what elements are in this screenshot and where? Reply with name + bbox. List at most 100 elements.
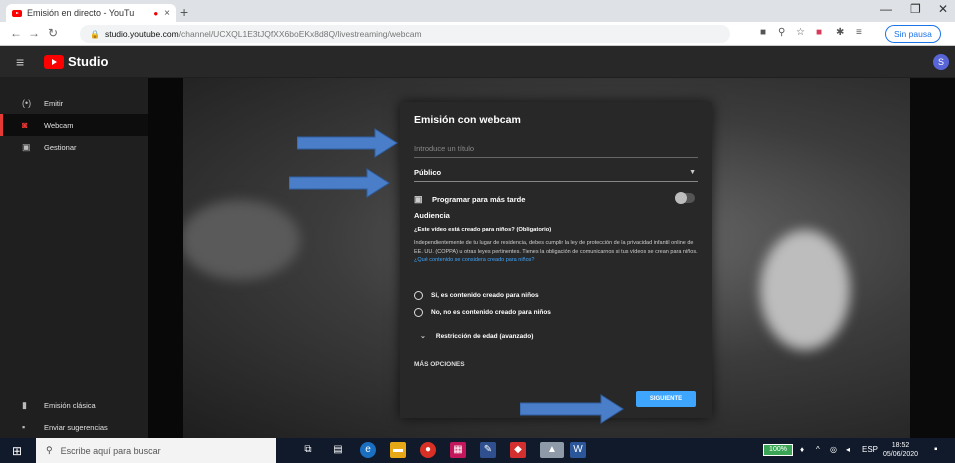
language-indicator[interactable]: ESP — [862, 445, 878, 454]
made-for-kids-no[interactable]: No, no es contenido creado para niños — [414, 306, 551, 318]
radio-button[interactable] — [414, 290, 423, 300]
youtube-favicon-icon — [12, 9, 22, 17]
url-domain: studio.youtube.com — [104, 29, 179, 39]
tray-expand-icon[interactable]: ^ — [816, 445, 820, 454]
browser-tab-strip: Emisión en directo - YouTu ● × + — ❐ ✕ — [0, 0, 955, 22]
sidebar-item-label: Enviar sugerencias — [44, 422, 108, 432]
schedule-row: ▣ Programar para más tarde — [414, 192, 698, 206]
schedule-label: Programar para más tarde — [432, 194, 526, 204]
network-icon[interactable]: ◎ — [830, 445, 837, 454]
clock[interactable]: 18:52 05/06/2020 — [883, 441, 918, 459]
next-button[interactable]: SIGUIENTE — [636, 391, 696, 407]
lock-icon: 🔒 — [90, 29, 100, 39]
forward-icon[interactable]: → — [28, 26, 40, 40]
taskbar-search[interactable]: ⚲ Escribe aquí para buscar — [36, 438, 276, 463]
edge-icon[interactable]: e — [360, 442, 376, 458]
broadcast-icon: (•) — [22, 98, 32, 108]
file-explorer-icon[interactable]: ▬ — [390, 442, 406, 458]
dropdown-caret-icon: ▼ — [689, 169, 696, 176]
audience-text: Independientemente de tu lugar de reside… — [414, 240, 698, 255]
menu-icon[interactable]: ≡ — [16, 54, 24, 70]
chrome-icon[interactable]: ● — [420, 442, 436, 458]
calendar-icon: ▣ — [22, 141, 31, 152]
sidebar-item-label: Emisión clásica — [44, 400, 96, 410]
volume-icon[interactable]: ◂ — [846, 445, 850, 454]
clock-date: 05/06/2020 — [883, 451, 919, 458]
sidebar-item-label: Webcam — [44, 120, 74, 130]
preview-edge-left — [148, 78, 183, 438]
app-icon[interactable]: ▦ — [450, 442, 466, 458]
recording-dot-icon: ● — [153, 8, 159, 18]
camera-icon[interactable]: ■ — [760, 27, 766, 38]
battery-indicator[interactable]: 100% — [763, 444, 793, 456]
sidebar-item-emitir[interactable]: (•) Emitir — [0, 92, 148, 114]
tab-close-icon[interactable]: × — [164, 8, 170, 19]
browser-tab[interactable]: Emisión en directo - YouTu ● × — [6, 4, 176, 22]
age-restriction-label: Restricción de edad (avanzado) — [435, 332, 534, 340]
star-icon[interactable]: ☆ — [796, 27, 805, 38]
studio-logo[interactable]: Studio — [44, 54, 108, 69]
more-options-link[interactable]: MÁS OPCIONES — [414, 361, 465, 368]
annotation-arrow — [289, 168, 390, 198]
clock-time: 18:52 — [891, 442, 910, 449]
avatar[interactable]: S — [933, 54, 949, 70]
search-icon: ⚲ — [46, 445, 53, 455]
radio-button[interactable] — [414, 307, 423, 317]
calendar-icon: ▣ — [414, 193, 423, 204]
task-view-icon[interactable]: ⧉ — [300, 442, 316, 458]
studio-header: ≡ Studio S — [0, 46, 955, 78]
taskbar-search-placeholder: Escribe aquí para buscar — [60, 445, 161, 456]
visibility-select[interactable]: Público ▼ — [414, 166, 698, 182]
puzzle-icon[interactable]: ✱ — [836, 27, 844, 38]
annotation-arrow — [297, 128, 398, 158]
browser-toolbar: ← → ↻ 🔒 studio.youtube.com/channel/UCXQL… — [0, 22, 955, 46]
classic-stream-icon: ▮ — [22, 399, 27, 410]
close-window-icon[interactable]: ✕ — [938, 2, 948, 16]
taskbar: ⊞ ⚲ Escribe aquí para buscar ⧉ ▤ e ▬ ● ▦… — [0, 438, 955, 463]
preview-blur-shape — [180, 200, 300, 280]
back-icon[interactable]: ← — [10, 26, 22, 40]
pdf-icon[interactable]: ◆ — [510, 442, 526, 458]
schedule-toggle[interactable] — [675, 192, 695, 204]
new-tab-button[interactable]: + — [180, 4, 188, 20]
audience-heading: Audiencia — [414, 211, 450, 220]
sidebar-item-webcam[interactable]: ◙ Webcam — [0, 114, 148, 136]
sidebar-item-gestionar[interactable]: ▣ Gestionar — [0, 136, 148, 158]
extension-icon[interactable]: ■ — [816, 27, 822, 38]
reload-icon[interactable]: ↻ — [48, 26, 58, 40]
sidebar-item-classic[interactable]: ▮ Emisión clásica — [0, 394, 148, 416]
media-icon[interactable]: ≡ — [856, 27, 862, 38]
audience-help-link[interactable]: ¿Qué contenido se considera creado para … — [414, 257, 534, 263]
profile-label: Sin pausa — [894, 29, 932, 39]
maximize-icon[interactable]: ❐ — [910, 2, 921, 16]
notification-icon[interactable]: ▪ — [934, 444, 938, 455]
annotation-arrow — [520, 394, 624, 424]
windows-start-icon[interactable]: ⊞ — [12, 444, 22, 458]
stream-title-input[interactable]: Introduce un título — [414, 142, 698, 158]
option-label: No, no es contenido creado para niños — [431, 308, 551, 316]
sidebar-item-label: Gestionar — [44, 142, 77, 152]
address-bar[interactable]: 🔒 studio.youtube.com/channel/UCXQL1E3tJQ… — [80, 25, 730, 43]
chevron-down-icon: ⌄ — [420, 333, 426, 340]
word-icon[interactable]: W — [570, 442, 586, 458]
preview-blur-shape — [760, 230, 850, 350]
visibility-value: Público — [414, 168, 442, 177]
photos-icon[interactable]: ▲ — [540, 442, 564, 458]
minimize-icon[interactable]: — — [880, 2, 892, 16]
sidebar-item-label: Emitir — [44, 98, 64, 108]
audience-description: Independientemente de tu lugar de reside… — [414, 239, 698, 265]
feedback-icon: ▪ — [22, 422, 26, 432]
app-icon[interactable]: ✎ — [480, 442, 496, 458]
made-for-kids-yes[interactable]: Sí, es contenido creado para niños — [414, 289, 539, 301]
studio-logo-text: Studio — [68, 54, 109, 69]
sidebar: (•) Emitir ◙ Webcam ▣ Gestionar ▮ Emisió… — [0, 78, 148, 438]
zoom-icon[interactable]: ⚲ — [778, 27, 785, 38]
profile-button[interactable]: Sin pausa — [885, 25, 941, 43]
audience-question: ¿Este vídeo está creado para niños? (Obl… — [414, 227, 552, 233]
mic-icon[interactable]: ♦ — [800, 445, 804, 454]
webcam-stream-dialog: Emisión con webcam Introduce un título P… — [400, 102, 712, 418]
tab-title: Emisión en directo - YouTu — [27, 8, 135, 18]
sidebar-item-feedback[interactable]: ▪ Enviar sugerencias — [0, 416, 148, 438]
store-icon[interactable]: ▤ — [330, 442, 346, 458]
age-restriction-expander[interactable]: ⌄ Restricción de edad (avanzado) — [420, 332, 534, 341]
